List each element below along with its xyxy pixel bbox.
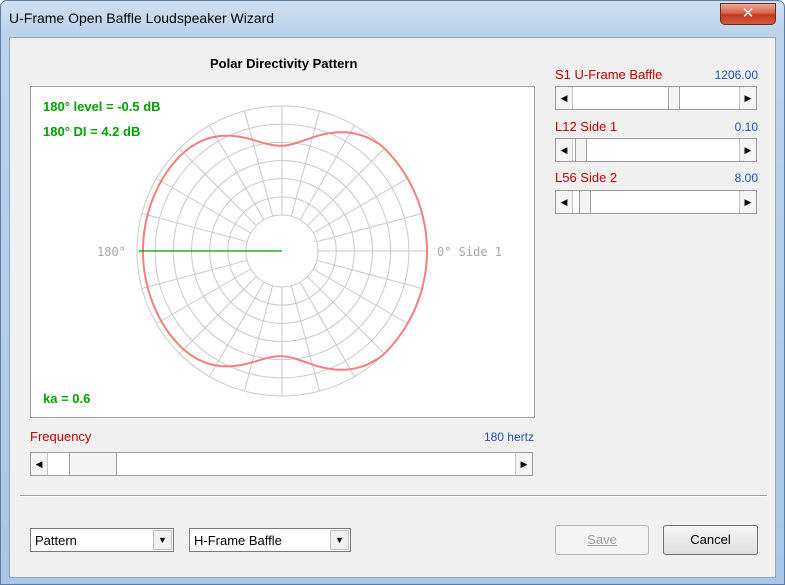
scroll-right-arrow-icon[interactable]: ▶ (739, 139, 756, 161)
dialog-client-area: Polar Directivity Pattern 180° level = -… (9, 37, 776, 578)
side2-scrollbar[interactable]: ◀ ▶ (555, 190, 757, 214)
baffle-scrollbar[interactable]: ◀ ▶ (555, 86, 757, 110)
scroll-left-arrow-icon[interactable]: ◀ (31, 453, 48, 475)
chevron-down-icon[interactable]: ▼ (153, 530, 172, 550)
scroll-right-arrow-icon[interactable]: ▶ (515, 453, 532, 475)
angle-label-0: 0° Side 1 (437, 245, 503, 259)
frequency-value: 180 hertz (483, 430, 534, 444)
side1-scroll-thumb[interactable] (574, 139, 587, 161)
frequency-label: Frequency (30, 429, 92, 444)
baffle-label: S1 U-Frame Baffle (555, 67, 663, 82)
close-icon: ✕ (741, 5, 755, 22)
baffle-scroll-thumb[interactable] (668, 87, 681, 109)
scroll-left-arrow-icon[interactable]: ◀ (556, 191, 573, 213)
view-select-value: Pattern (35, 533, 77, 548)
cancel-button[interactable]: Cancel (663, 525, 758, 555)
plot-heading: Polar Directivity Pattern (210, 56, 358, 71)
side2-value: 8.00 (734, 171, 758, 185)
frequency-scrollbar[interactable]: ◀ ▶ (30, 452, 533, 476)
chevron-down-icon[interactable]: ▼ (330, 530, 349, 550)
window-title: U-Frame Open Baffle Loudspeaker Wizard (9, 10, 275, 26)
angle-label-180: 180° (97, 245, 126, 259)
frequency-scroll-thumb[interactable] (68, 453, 117, 475)
view-select[interactable]: Pattern ▼ (30, 528, 174, 552)
di-readout: 180° DI = 4.2 dB (43, 124, 141, 139)
side1-scrollbar[interactable]: ◀ ▶ (555, 138, 757, 162)
title-bar[interactable]: U-Frame Open Baffle Loudspeaker Wizard ✕ (1, 1, 784, 37)
side1-label: L12 Side 1 (555, 119, 618, 134)
side2-label: L56 Side 2 (555, 170, 618, 185)
level-readout: 180° level = -0.5 dB (43, 99, 161, 114)
polar-plot-panel: 180° level = -0.5 dB 180° DI = 4.2 dB ka… (30, 86, 535, 418)
scroll-left-arrow-icon[interactable]: ◀ (556, 139, 573, 161)
close-button[interactable]: ✕ (720, 3, 776, 25)
baffle-type-select[interactable]: H-Frame Baffle ▼ (189, 528, 351, 552)
scroll-right-arrow-icon[interactable]: ▶ (739, 87, 756, 109)
scroll-left-arrow-icon[interactable]: ◀ (556, 87, 573, 109)
baffle-type-select-value: H-Frame Baffle (194, 533, 282, 548)
baffle-value: 1206.00 (714, 68, 758, 82)
scroll-right-arrow-icon[interactable]: ▶ (739, 191, 756, 213)
wizard-window: U-Frame Open Baffle Loudspeaker Wizard ✕… (0, 0, 785, 585)
save-button[interactable]: Save (555, 525, 649, 555)
side2-scroll-thumb[interactable] (579, 191, 592, 213)
divider (20, 495, 767, 497)
side1-value: 0.10 (734, 120, 758, 134)
ka-readout: ka = 0.6 (43, 391, 91, 406)
